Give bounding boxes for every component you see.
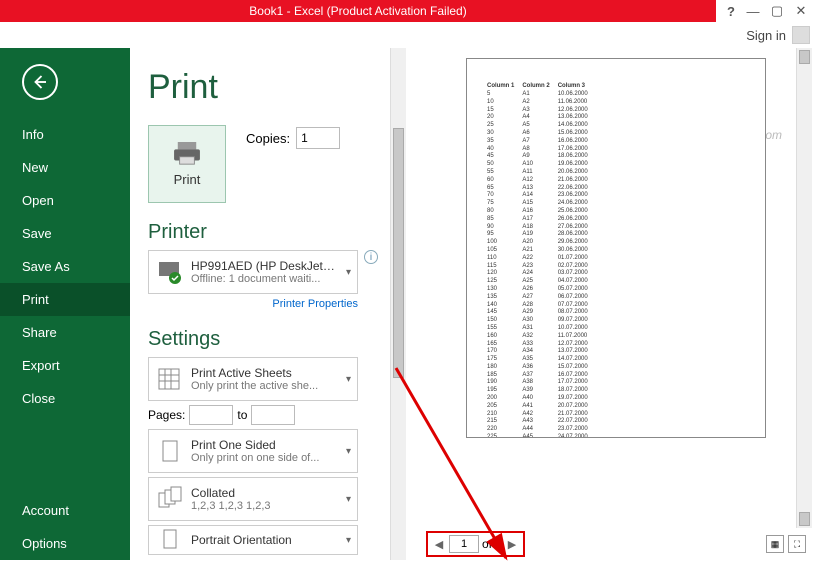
- print-scope-dropdown[interactable]: Print Active Sheets Only print the activ…: [148, 357, 358, 401]
- preview-page: Column 1Column 2Column 35A110.06.200010A…: [466, 58, 766, 438]
- sidebar-item-save[interactable]: Save: [0, 217, 130, 250]
- signin-row: Sign in: [0, 22, 818, 48]
- show-margins-button[interactable]: ▦: [766, 535, 784, 553]
- maximize-button[interactable]: ▢: [766, 0, 788, 22]
- titlebar: Book1 - Excel (Product Activation Failed…: [0, 0, 818, 22]
- backstage-sidebar: InfoNewOpenSaveSave AsPrintShareExportCl…: [0, 48, 130, 560]
- chevron-down-icon: ▾: [346, 535, 351, 546]
- title-text: Book1 - Excel (Product Activation Failed…: [0, 0, 716, 22]
- sidebar-item-print[interactable]: Print: [0, 283, 130, 316]
- collate-dropdown[interactable]: Collated 1,2,3 1,2,3 1,2,3 ▾: [148, 477, 358, 521]
- sidebar-item-account[interactable]: Account: [0, 494, 130, 527]
- print-button-label: Print: [174, 172, 201, 187]
- page-icon: [155, 437, 183, 465]
- chevron-down-icon: ▾: [346, 267, 351, 278]
- help-button[interactable]: ?: [722, 0, 740, 22]
- printer-properties-link[interactable]: Printer Properties: [148, 298, 358, 310]
- printer-name: HP991AED (HP DeskJet Pl...: [191, 259, 338, 273]
- avatar-icon[interactable]: [792, 26, 810, 44]
- page-navigator: ◀ of 7 ▶: [426, 531, 525, 557]
- printer-icon: [172, 142, 202, 166]
- printer-status: Offline: 1 document waiti...: [191, 273, 338, 285]
- sidebar-item-new[interactable]: New: [0, 151, 130, 184]
- printer-dropdown[interactable]: HP991AED (HP DeskJet Pl... Offline: 1 do…: [148, 250, 358, 294]
- pages-to-input[interactable]: [251, 405, 295, 425]
- print-heading: Print: [148, 68, 390, 107]
- orientation-dropdown[interactable]: Portrait Orientation ▾: [148, 525, 358, 555]
- copies-input[interactable]: [296, 127, 340, 149]
- print-button[interactable]: Print: [148, 125, 226, 203]
- info-icon[interactable]: i: [364, 250, 378, 264]
- print-preview-pane: @thegeekpage.com Column 1Column 2Column …: [406, 48, 818, 560]
- chevron-down-icon: ▾: [346, 494, 351, 505]
- preview-scrollbar[interactable]: [796, 48, 812, 528]
- current-page-input[interactable]: [449, 535, 479, 553]
- sidebar-item-open[interactable]: Open: [0, 184, 130, 217]
- close-button[interactable]: ✕: [790, 0, 812, 22]
- collate-icon: [155, 485, 183, 513]
- chevron-down-icon: ▾: [346, 446, 351, 457]
- sidebar-item-close[interactable]: Close: [0, 382, 130, 415]
- zoom-to-page-button[interactable]: ⛶: [788, 535, 806, 553]
- prev-page-button[interactable]: ◀: [432, 537, 446, 551]
- next-page-button[interactable]: ▶: [505, 537, 519, 551]
- copies-label: Copies:: [246, 131, 290, 146]
- print-settings-pane: Print Print Copies: Printer i: [130, 48, 390, 560]
- portrait-icon: [155, 526, 183, 554]
- pages-from-input[interactable]: [189, 405, 233, 425]
- back-button[interactable]: [22, 64, 58, 100]
- sidebar-item-export[interactable]: Export: [0, 349, 130, 382]
- total-pages-label: of 7: [482, 537, 502, 551]
- printer-status-icon: [155, 258, 183, 286]
- chevron-down-icon: ▾: [346, 374, 351, 385]
- minimize-button[interactable]: —: [742, 0, 764, 22]
- pages-to-label: to: [237, 408, 247, 422]
- sidebar-item-save-as[interactable]: Save As: [0, 250, 130, 283]
- settings-heading: Settings: [148, 328, 390, 351]
- back-arrow-icon: [31, 73, 49, 91]
- pages-label: Pages:: [148, 408, 185, 422]
- signin-link[interactable]: Sign in: [746, 28, 786, 43]
- sheets-icon: [155, 365, 183, 393]
- settings-scrollbar[interactable]: [390, 48, 406, 560]
- sidebar-item-info[interactable]: Info: [0, 118, 130, 151]
- sidebar-item-options[interactable]: Options: [0, 527, 130, 560]
- sides-dropdown[interactable]: Print One Sided Only print on one side o…: [148, 429, 358, 473]
- sidebar-item-share[interactable]: Share: [0, 316, 130, 349]
- printer-heading: Printer: [148, 221, 390, 244]
